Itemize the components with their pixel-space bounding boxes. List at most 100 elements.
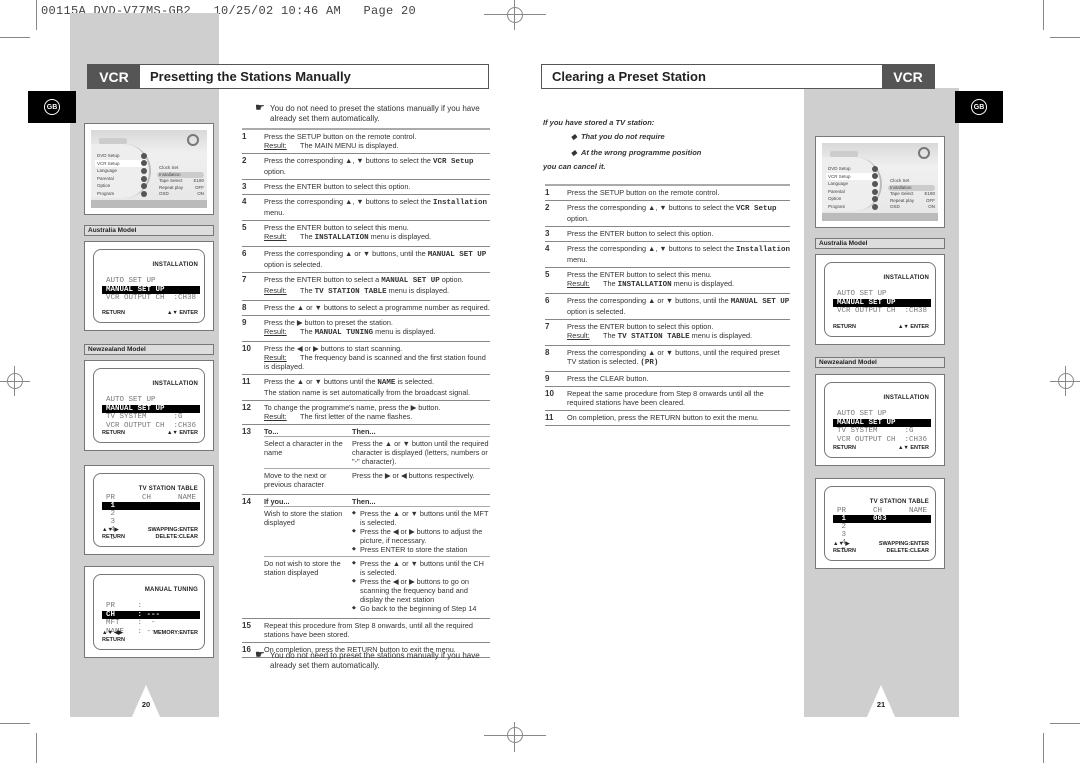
brand-logo bbox=[99, 138, 127, 144]
menu-item-label: VCR Setup bbox=[828, 173, 851, 179]
step-text: Press the ENTER button to select this op… bbox=[567, 322, 714, 331]
osd-footer-left: RETURN bbox=[102, 430, 125, 436]
step-body: Press the ENTER button to select this op… bbox=[567, 322, 790, 342]
step-number: 2 bbox=[545, 203, 550, 212]
submenu-item-value: ON bbox=[197, 191, 204, 196]
osd-row-selected: 1 003 bbox=[833, 515, 931, 523]
dial-icon bbox=[918, 147, 930, 159]
step-table-condition: Move to the next or previous character bbox=[264, 471, 327, 489]
result-label: Result: bbox=[264, 232, 287, 241]
osd-row-selected: 1 bbox=[102, 502, 200, 510]
step-item: 11 Press the ▲ or ▼ buttons until the NAM… bbox=[242, 374, 490, 400]
step-body: Repeat this procedure from Step 8 onward… bbox=[264, 621, 490, 639]
step-item: 4 Press the corresponding ▲, ▼ buttons to… bbox=[545, 241, 790, 267]
menu-item-label: Program bbox=[97, 190, 115, 196]
osd-table-header: PR CH NAME bbox=[106, 494, 197, 502]
step-body: Press the corresponding ▲, ▼ buttons to … bbox=[567, 244, 790, 264]
menu-name: INSTALLATION bbox=[314, 234, 369, 242]
step-item: 7 Press the ENTER button to select a MANU… bbox=[242, 272, 490, 300]
step-item: 13 To... Then... Select a character in the … bbox=[242, 424, 490, 494]
note-text: You do not need to preset the stations m… bbox=[270, 104, 480, 123]
step-number: 1 bbox=[242, 132, 247, 141]
step-item: 9 Press the CLEAR button. bbox=[545, 371, 790, 386]
step-number: 11 bbox=[242, 377, 251, 386]
menu-item-label: Parental bbox=[828, 188, 845, 194]
step-text: Press the ▲ or ▼ buttons until the NAME … bbox=[264, 377, 434, 387]
registration-circle bbox=[7, 373, 23, 389]
osd-footer-left: RETURN bbox=[833, 324, 856, 330]
step-number: 8 bbox=[242, 303, 247, 312]
step-number: 15 bbox=[242, 621, 251, 630]
osd-title: INSTALLATION bbox=[883, 395, 929, 401]
menu-item: Parental bbox=[826, 188, 878, 196]
step-text: To change the programme's name, press th… bbox=[264, 403, 441, 412]
osd-title: INSTALLATION bbox=[883, 275, 929, 281]
step-table-condition: Select a character in the name bbox=[264, 439, 343, 457]
crop-mark bbox=[1043, 733, 1044, 763]
step-body: If you... Then... Wish to store the statio… bbox=[264, 497, 490, 615]
step-text: Repeat the same procedure from Step 8 on… bbox=[567, 389, 764, 407]
menu-name: VCR Setup bbox=[432, 158, 474, 166]
step-text: Press the corresponding ▲, ▼ buttons to … bbox=[567, 244, 790, 264]
step-table-action: Press the ▲ or ▼ buttons until the MFT i… bbox=[352, 509, 490, 554]
step-text: Press the corresponding ▲ or ▼ buttons, … bbox=[567, 296, 790, 316]
step-body: Press the corresponding ▲ or ▼ buttons, … bbox=[264, 249, 490, 269]
step-item: 11 On completion, press the RETURN button… bbox=[545, 410, 790, 425]
step-body: To change the programme's name, press th… bbox=[264, 403, 490, 421]
step-table-row: Do not wish to store the station display… bbox=[264, 556, 490, 615]
newzealand-model-label: Newzealand Model bbox=[84, 344, 214, 355]
menu-name: MANUAL SET UP bbox=[730, 298, 790, 306]
osd-footer-right: SWAPPING:ENTER bbox=[878, 541, 929, 547]
step-item: 5 Press the ENTER button to select this m… bbox=[242, 220, 490, 246]
menu-name: MANUAL TUNING bbox=[314, 329, 374, 337]
osd-footer-right: ▲▼ ENTER bbox=[166, 310, 198, 316]
osd-footer-right: MEMORY:ENTER bbox=[153, 630, 198, 636]
step-item: 9 Press the ▶ button to preset the statio… bbox=[242, 315, 490, 341]
menu-name: MANUAL SET UP bbox=[381, 277, 440, 285]
osd-row: VCR OUTPUT CH :CH38 bbox=[837, 307, 928, 315]
osd-footer-left: RETURN bbox=[102, 534, 125, 540]
menu-item-icon bbox=[141, 152, 147, 159]
result-label: Result: bbox=[264, 286, 287, 295]
step-number: 11 bbox=[545, 413, 554, 422]
step-number: 7 bbox=[242, 275, 247, 284]
step-text: On completion, press the RETURN button t… bbox=[567, 413, 759, 422]
step-text: Press the ◀ or ▶ buttons to start scanni… bbox=[264, 344, 403, 353]
step-body: Press the ENTER button to select this op… bbox=[264, 182, 490, 191]
menu-item-label: Option bbox=[828, 196, 842, 202]
osd-row: 2 bbox=[837, 523, 847, 531]
menu-item-label: Parental bbox=[97, 175, 114, 181]
osd-footer-left: RETURN bbox=[102, 637, 125, 643]
step-number: 3 bbox=[242, 182, 247, 191]
menu-item-label: DVD Setup bbox=[828, 166, 851, 171]
osd-title: TV STATION TABLE bbox=[138, 486, 198, 492]
step-number: 5 bbox=[545, 270, 550, 279]
pointing-hand-icon: ☛ bbox=[255, 102, 265, 114]
menu-item: VCR Setup bbox=[95, 159, 147, 168]
step-body: Repeat the same procedure from Step 8 on… bbox=[567, 389, 790, 407]
language-tab-gb: GB bbox=[955, 91, 1003, 123]
step-text: Press the ENTER button to select this me… bbox=[264, 223, 409, 232]
menu-item-icon bbox=[141, 175, 147, 182]
step-body: Press the ▲ or ▼ buttons until the NAME … bbox=[264, 377, 490, 397]
step-number: 1 bbox=[545, 188, 550, 197]
step-number: 10 bbox=[545, 389, 554, 398]
menu-item: Language bbox=[95, 167, 147, 175]
step-text: Press the ENTER button to select this op… bbox=[264, 182, 411, 191]
menu-item-icon bbox=[141, 190, 147, 197]
step-body: Press the ▲ or ▼ buttons to select a pro… bbox=[264, 303, 490, 312]
osd-row: TV SYSTEM :G bbox=[837, 427, 914, 435]
step-table-action: Press the ▲ or ▼ button until the requir… bbox=[352, 439, 489, 466]
step-item: 12 To change the programme's name, press … bbox=[242, 400, 490, 424]
step-text: Repeat this procedure from Step 8 onward… bbox=[264, 621, 473, 639]
result-label: Result: bbox=[264, 412, 287, 421]
newzealand-installation-screenshot: INSTALLATION AUTO SET UP MANUAL SET UP T… bbox=[815, 374, 945, 466]
left-steps-list: 1 Press the SETUP button on the remote co… bbox=[242, 128, 490, 658]
submenu-item-value: ON bbox=[928, 204, 935, 209]
newzealand-model-label: Newzealand Model bbox=[815, 357, 945, 368]
gb-badge: GB bbox=[971, 99, 987, 115]
step-item: 3 Press the ENTER button to select this o… bbox=[545, 226, 790, 241]
bullet-item: Press the ▲ or ▼ buttons until the CH is… bbox=[352, 559, 490, 577]
page-title: Clearing a Preset Station bbox=[552, 69, 706, 84]
osd-row: AUTO SET UP bbox=[837, 290, 887, 298]
